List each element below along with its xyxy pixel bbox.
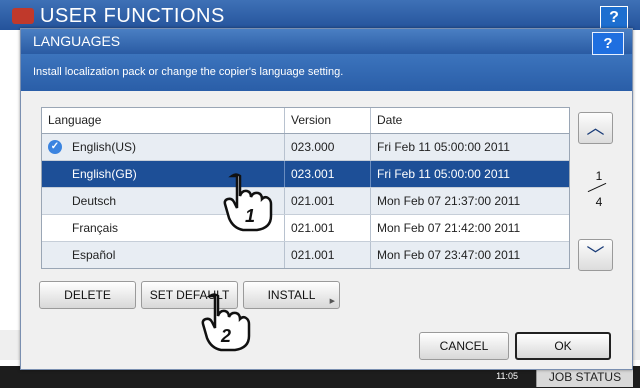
version-cell: 021.001: [285, 215, 371, 241]
language-cell: ✓ English(US): [42, 134, 285, 160]
callout-number: 1: [245, 206, 255, 226]
clock: 11:05: [496, 371, 518, 381]
languages-dialog: LANGUAGES ? Install localization pack or…: [20, 28, 633, 370]
date-cell: Mon Feb 07 23:47:00 2011: [377, 248, 521, 262]
main-help-button[interactable]: ?: [600, 6, 628, 30]
hand-pointer-icon: 1: [223, 173, 273, 232]
chevron-down-icon: ﹀: [586, 245, 605, 265]
header-language: Language: [42, 108, 285, 133]
version-cell: 021.001: [285, 242, 371, 268]
table-row[interactable]: English(GB) 023.001 Fri Feb 11 05:00:00 …: [42, 161, 569, 188]
header-version: Version: [285, 108, 371, 133]
date-cell: Fri Feb 11 05:00:00 2011: [377, 167, 510, 181]
scroll-down-button[interactable]: ﹀: [578, 239, 613, 271]
table-row[interactable]: Deutsch 021.001 Mon Feb 07 21:37:00 2011: [42, 188, 569, 215]
dialog-help-button[interactable]: ?: [592, 32, 624, 55]
table-header: Language Version Date: [42, 108, 569, 134]
chevron-up-icon: ︿: [586, 118, 605, 138]
install-label: INSTALL: [267, 288, 316, 302]
install-button[interactable]: INSTALL ▶: [243, 281, 340, 309]
dialog-title: LANGUAGES: [33, 33, 121, 49]
page-total: 4: [595, 195, 603, 209]
page-current: 1: [595, 169, 603, 183]
date-cell: Mon Feb 07 21:37:00 2011: [377, 194, 521, 208]
date-cell: Mon Feb 07 21:42:00 2011: [377, 221, 521, 235]
submenu-arrow-icon: ▶: [329, 298, 335, 305]
version-cell: 021.001: [285, 188, 371, 214]
cancel-button[interactable]: CANCEL: [419, 332, 509, 360]
version-cell: 023.000: [285, 134, 371, 160]
version-cell: 023.001: [285, 161, 371, 187]
dialog-header: LANGUAGES ?: [21, 29, 632, 55]
hand-pointer-icon: 2: [201, 293, 251, 352]
home-icon[interactable]: [12, 8, 34, 24]
language-name: English(US): [72, 140, 137, 154]
scroll-up-button[interactable]: ︿: [578, 112, 613, 144]
dialog-description: Install localization pack or change the …: [21, 54, 632, 91]
table-row[interactable]: Français 021.001 Mon Feb 07 21:42:00 201…: [42, 215, 569, 242]
table-row[interactable]: Español 021.001 Mon Feb 07 23:47:00 2011: [42, 242, 569, 268]
ok-button[interactable]: OK: [515, 332, 611, 360]
check-icon: ✓: [48, 140, 62, 154]
main-title: USER FUNCTIONS: [40, 5, 225, 27]
delete-button[interactable]: DELETE: [39, 281, 136, 309]
language-cell: Español: [42, 242, 285, 268]
table-row[interactable]: ✓ English(US) 023.000 Fri Feb 11 05:00:00…: [42, 134, 569, 161]
language-table: Language Version Date ✓ English(US) 023.0…: [41, 107, 570, 269]
page-divider: [587, 182, 607, 193]
job-status-button[interactable]: JOB STATUS: [536, 367, 633, 387]
callout-number: 2: [220, 326, 231, 346]
header-date: Date: [377, 113, 403, 127]
date-cell: Fri Feb 11 05:00:00 2011: [377, 140, 510, 154]
